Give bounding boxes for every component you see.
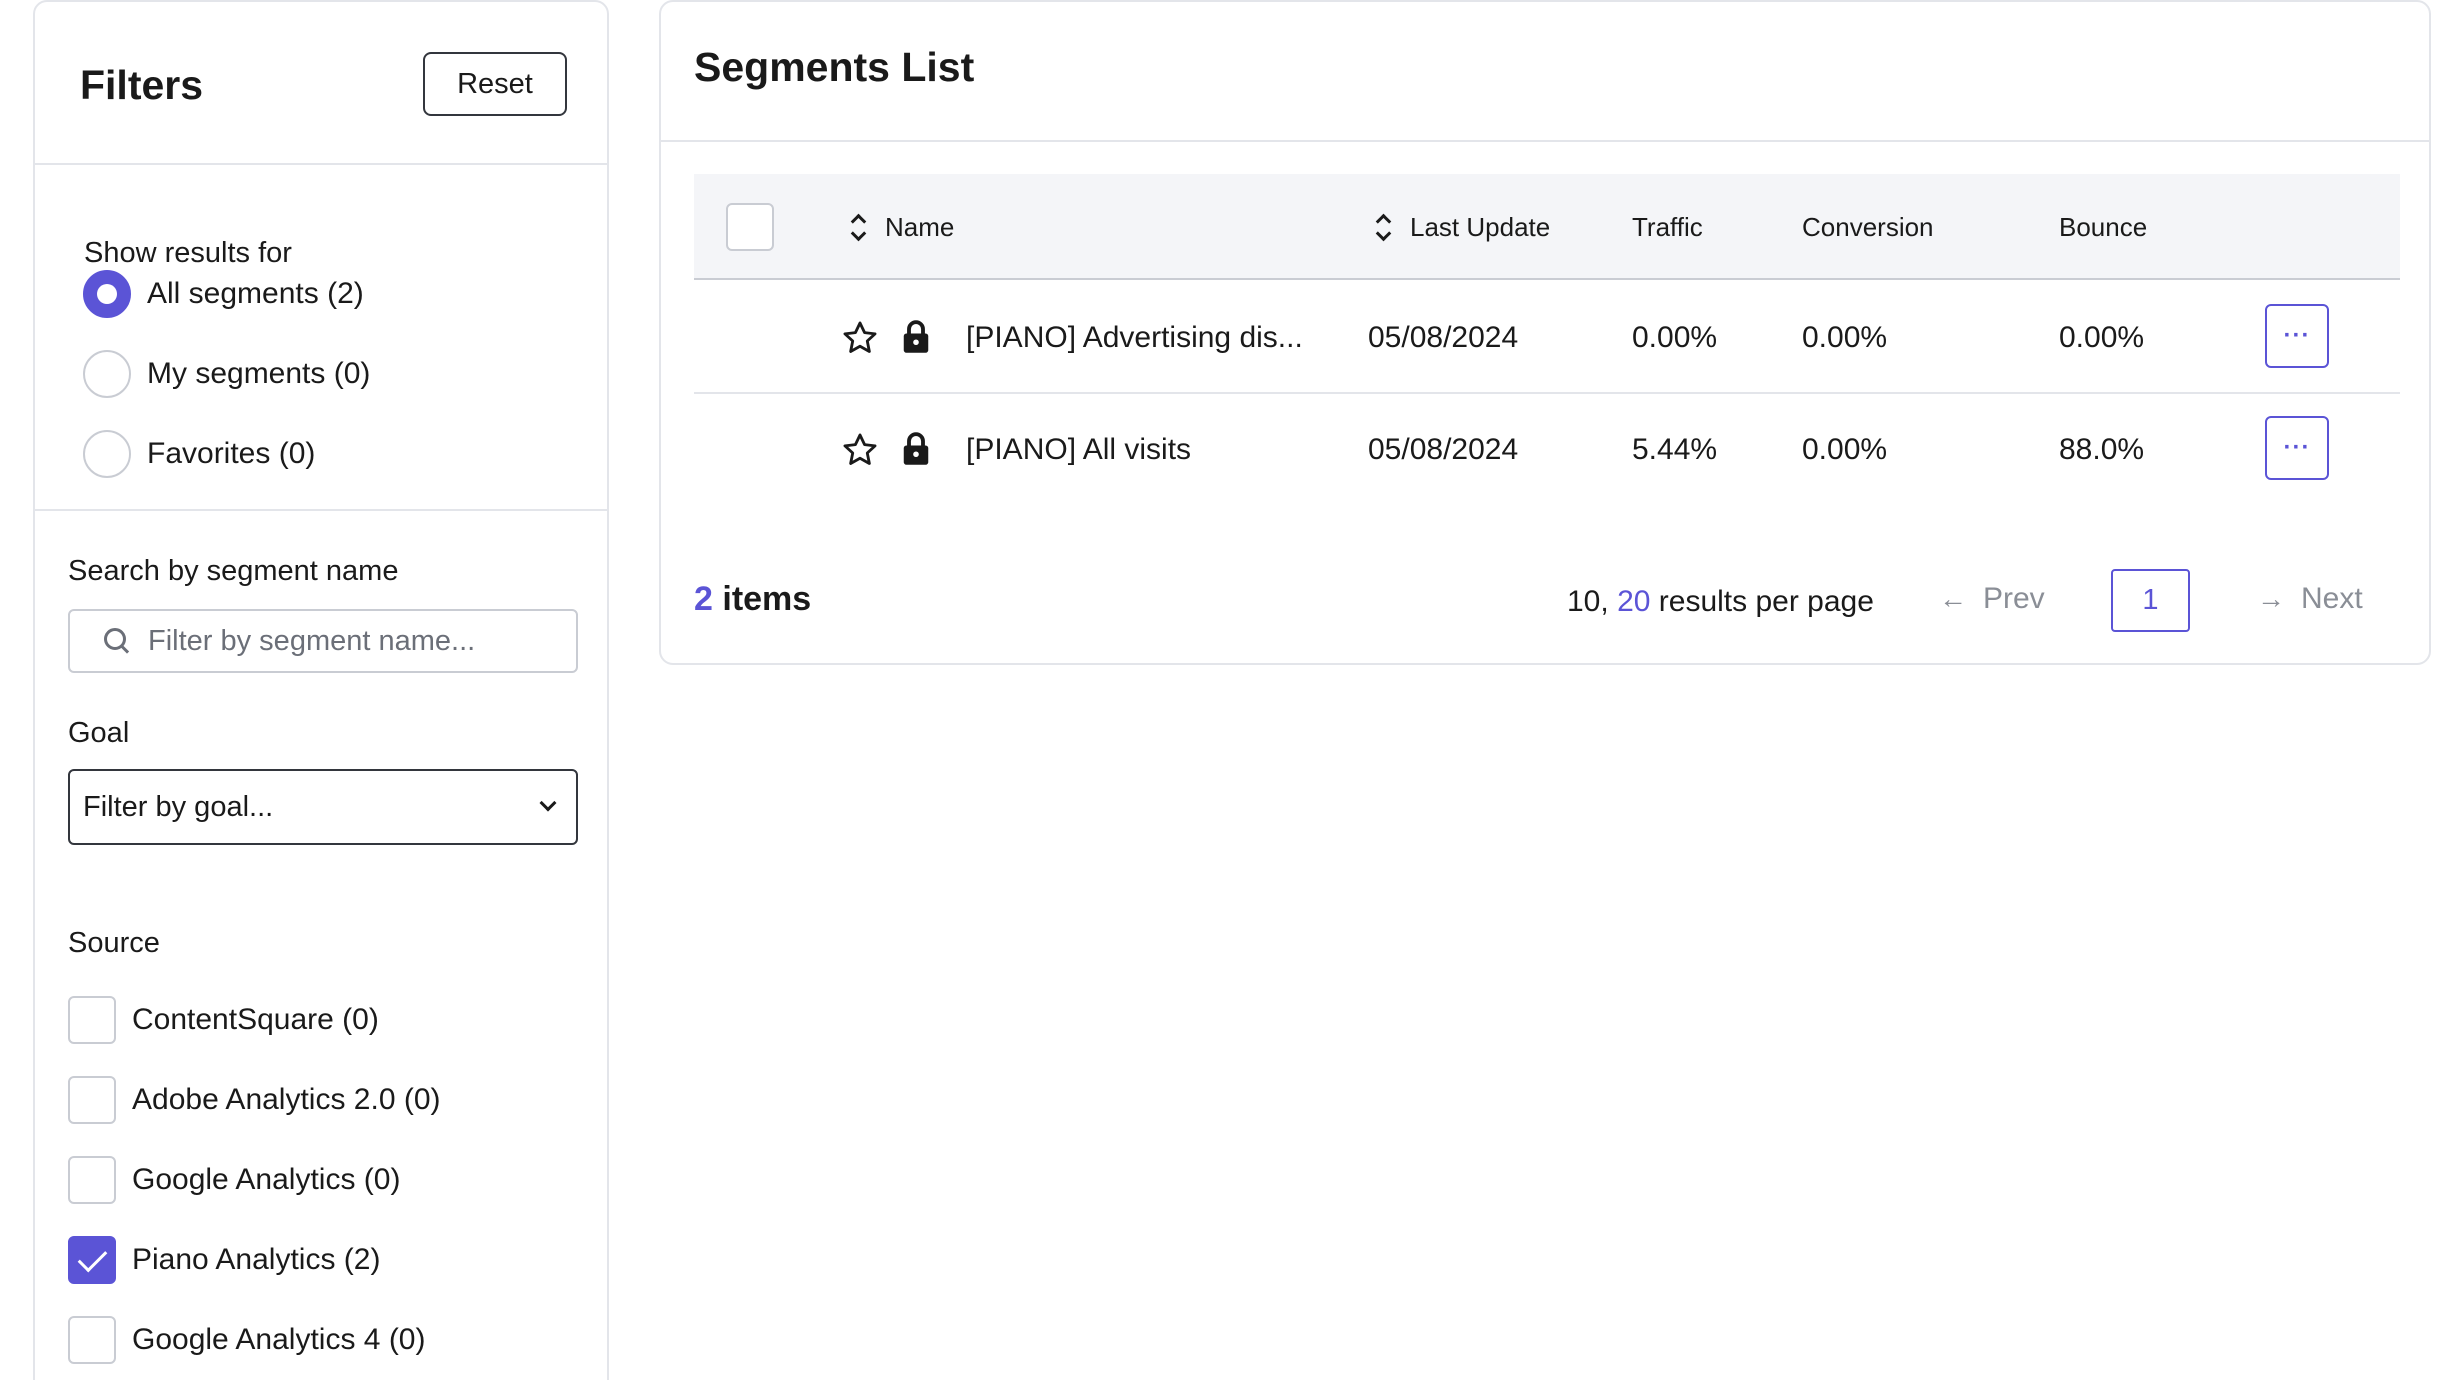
segments-header: Segments List (661, 2, 2429, 142)
items-count-number: 2 (694, 580, 713, 618)
segment-name[interactable]: [PIANO] Advertising dis... (966, 282, 1303, 394)
radio-label: My segments (0) (147, 357, 371, 390)
checkbox-label: ContentSquare (0) (132, 1003, 379, 1036)
checkbox[interactable] (68, 996, 116, 1044)
checkbox[interactable] (68, 1156, 116, 1204)
select-all-checkbox[interactable] (726, 203, 774, 251)
items-count: 2 items (694, 580, 811, 619)
checkbox-label: Adobe Analytics 2.0 (0) (132, 1083, 441, 1116)
page-button-current[interactable]: 1 (2111, 569, 2190, 632)
page: Filters Reset Show results for All segme… (0, 0, 2444, 1380)
next-label: Next (2301, 582, 2363, 615)
checkbox[interactable] (68, 1076, 116, 1124)
show-results-label: Show results for (84, 237, 292, 269)
per-page-suffix: results per page (1658, 585, 1874, 618)
show-results-section: Show results for All segments (2) My seg… (35, 165, 607, 511)
radio-label: Favorites (0) (147, 437, 316, 470)
per-page-option-10[interactable]: 10, (1567, 585, 1609, 618)
radio-my-segments[interactable]: My segments (0) (83, 348, 370, 400)
checkbox-label: Google Analytics (0) (132, 1163, 401, 1196)
column-traffic: Traffic (1632, 211, 1703, 242)
prev-label: Prev (1983, 582, 2045, 615)
chevron-down-icon (539, 794, 557, 812)
results-per-page: 10, 20 results per page (1567, 585, 1874, 619)
items-count-word: items (722, 580, 812, 618)
per-page-option-20[interactable]: 20 (1617, 585, 1650, 618)
checkbox-label: Piano Analytics (2) (132, 1243, 381, 1276)
search-box[interactable] (68, 609, 578, 673)
segment-name[interactable]: [PIANO] All visits (966, 394, 1191, 506)
segments-title: Segments List (694, 44, 975, 90)
table-row: [PIANO] Advertising dis... 05/08/2024 0.… (694, 282, 2400, 394)
reset-button[interactable]: Reset (423, 52, 567, 116)
segment-last-update: 05/08/2024 (1368, 321, 1519, 354)
column-name-label: Name (885, 211, 955, 242)
segment-conversion: 0.00% (1802, 433, 1888, 466)
column-last-update[interactable]: Last Update (1376, 174, 1550, 280)
column-bounce: Bounce (2059, 211, 2148, 242)
column-conversion: Conversion (1802, 211, 1934, 242)
arrow-left-icon: ← (1939, 583, 1967, 614)
segment-traffic: 0.00% (1632, 321, 1718, 354)
goal-select[interactable]: Filter by goal... (68, 769, 578, 845)
source-google-analytics-4[interactable]: Google Analytics 4 (0) (68, 1315, 425, 1365)
segment-last-update: 05/08/2024 (1368, 433, 1519, 466)
source-google-analytics[interactable]: Google Analytics (0) (68, 1155, 400, 1205)
segment-bounce: 0.00% (2059, 321, 2145, 354)
filters-title: Filters (80, 62, 204, 108)
radio-all-segments[interactable]: All segments (2) (83, 268, 364, 320)
source-adobe-analytics[interactable]: Adobe Analytics 2.0 (0) (68, 1075, 441, 1125)
goal-label: Goal (68, 717, 130, 749)
segment-traffic: 5.44% (1632, 433, 1718, 466)
source-contentsquare[interactable]: ContentSquare (0) (68, 995, 379, 1045)
more-options-button[interactable]: ··· (2265, 304, 2329, 368)
goal-select-value: Filter by goal... (83, 790, 274, 823)
lock-icon (903, 432, 929, 465)
search-icon (104, 628, 130, 654)
next-page-button[interactable]: → Next (2257, 582, 2363, 616)
radio-button[interactable] (83, 350, 131, 398)
table-row: [PIANO] All visits 05/08/2024 5.44% 0.00… (694, 394, 2400, 506)
segments-panel: Segments List Name Last Update Traffic C… (659, 0, 2431, 665)
more-options-button[interactable]: ··· (2265, 416, 2329, 480)
column-last-update-label: Last Update (1410, 211, 1551, 242)
search-label: Search by segment name (68, 555, 399, 587)
lock-icon (903, 320, 929, 353)
source-piano-analytics[interactable]: Piano Analytics (2) (68, 1235, 380, 1285)
sort-icon[interactable] (1376, 213, 1390, 241)
search-input[interactable] (148, 624, 568, 658)
radio-label: All segments (2) (147, 277, 364, 310)
filters-panel: Filters Reset Show results for All segme… (33, 0, 609, 1380)
segment-conversion: 0.00% (1802, 321, 1888, 354)
star-icon[interactable] (840, 319, 880, 357)
prev-page-button[interactable]: ← Prev (1939, 582, 2045, 616)
arrow-right-icon: → (2257, 583, 2285, 614)
checkbox-label: Google Analytics 4 (0) (132, 1323, 426, 1356)
segment-bounce: 88.0% (2059, 433, 2145, 466)
checkbox-checked[interactable] (68, 1236, 116, 1284)
filters-header: Filters Reset (35, 2, 607, 165)
radio-button[interactable] (83, 430, 131, 478)
sort-icon[interactable] (851, 213, 865, 241)
radio-favorites[interactable]: Favorites (0) (83, 428, 315, 480)
star-icon[interactable] (840, 431, 880, 469)
column-name[interactable]: Name (851, 174, 954, 280)
checkbox[interactable] (68, 1316, 116, 1364)
radio-button[interactable] (83, 270, 131, 318)
source-label: Source (68, 927, 160, 959)
table-header: Name Last Update Traffic Conversion Boun… (694, 174, 2400, 280)
